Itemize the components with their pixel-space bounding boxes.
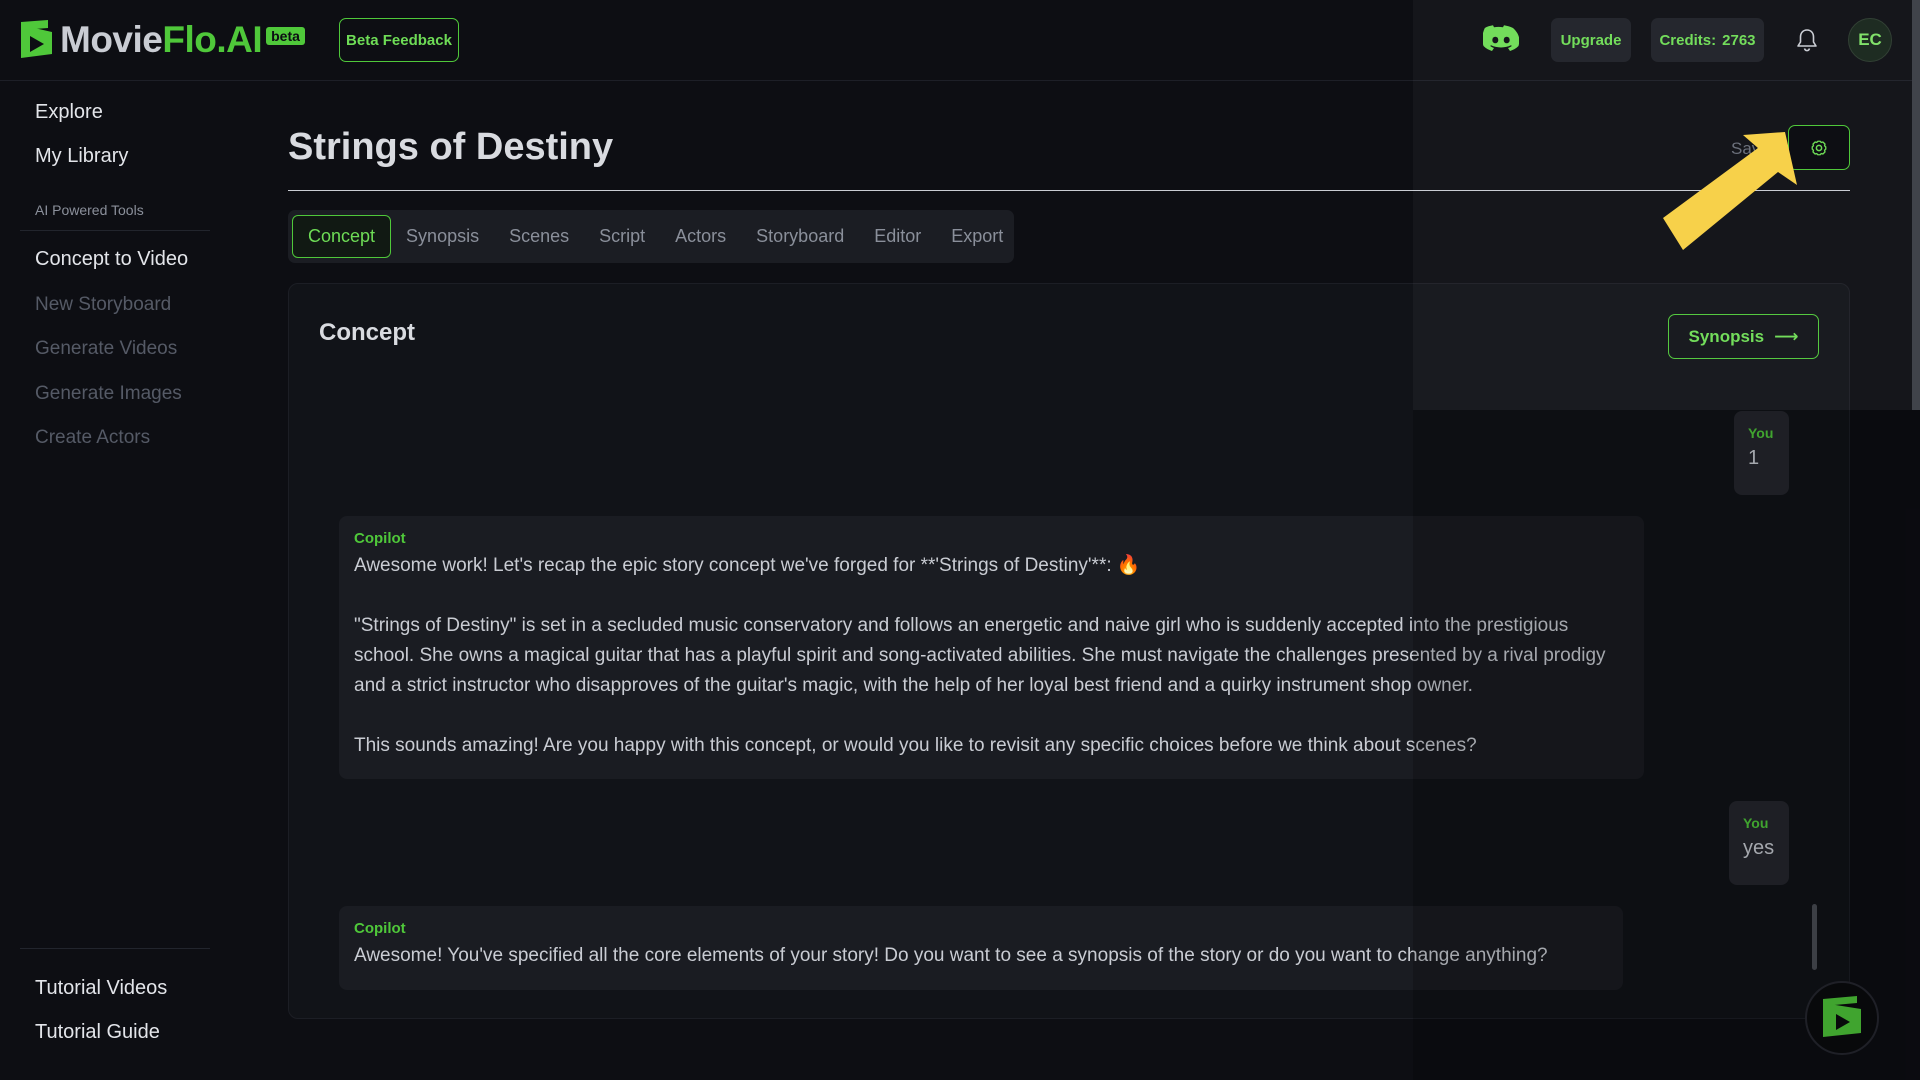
- logo[interactable]: MovieFlo.AI beta: [18, 18, 305, 62]
- credits-value: 2763: [1722, 31, 1756, 49]
- sidebar-item-my-library[interactable]: My Library: [35, 145, 128, 168]
- chat-message-copilot: Copilot Awesome work! Let's recap the ep…: [339, 516, 1644, 779]
- chat-message-user: You yes: [1729, 801, 1789, 885]
- avatar[interactable]: EC: [1848, 18, 1892, 62]
- page-scrollbar[interactable]: [1912, 0, 1920, 410]
- title-divider: [288, 190, 1850, 191]
- logo-icon: [21, 20, 52, 58]
- sidebar-item-tutorial-guide[interactable]: Tutorial Guide: [35, 1021, 160, 1044]
- tab-bar: Concept Synopsis Scenes Script Actors St…: [288, 210, 1014, 263]
- logo-text: MovieFlo.AI: [60, 19, 263, 60]
- chat-message-user: You 1: [1734, 411, 1789, 495]
- message-paragraph: "Strings of Destiny" is set in a seclude…: [354, 615, 1606, 696]
- logo-badge: beta: [266, 27, 305, 45]
- sidebar-item-explore[interactable]: Explore: [35, 101, 103, 124]
- tab-concept[interactable]: Concept: [292, 215, 392, 258]
- message-text: Awesome work! Let's recap the epic story…: [354, 551, 1629, 761]
- beta-feedback-button[interactable]: Beta Feedback: [339, 18, 459, 62]
- message-author: Copilot: [354, 530, 406, 547]
- panel-title: Concept: [319, 319, 415, 346]
- tab-editor[interactable]: Editor: [859, 215, 936, 258]
- next-button-label: Synopsis: [1688, 326, 1765, 346]
- gear-icon: [1811, 140, 1827, 155]
- page-title: Strings of Destiny: [288, 126, 614, 168]
- tab-synopsis[interactable]: Synopsis: [391, 215, 494, 258]
- tab-actors[interactable]: Actors: [660, 215, 741, 258]
- sidebar-item-new-storyboard[interactable]: New Storyboard: [35, 294, 171, 316]
- message-paragraph: This sounds amazing! Are you happy with …: [354, 735, 1477, 756]
- sidebar-divider: [20, 230, 210, 231]
- pointer-arrow-icon: [1663, 132, 1797, 250]
- message-text: yes: [1743, 837, 1775, 859]
- sidebar-item-concept-to-video[interactable]: Concept to Video: [35, 248, 188, 271]
- tab-scenes[interactable]: Scenes: [494, 215, 584, 258]
- discord-icon[interactable]: [1483, 24, 1519, 54]
- chat-scrollbar[interactable]: [1812, 904, 1817, 970]
- tab-storyboard[interactable]: Storyboard: [741, 215, 859, 258]
- sidebar-item-generate-videos[interactable]: Generate Videos: [35, 338, 177, 360]
- top-bar: MovieFlo.AI beta Beta Feedback Upgrade C…: [0, 0, 1920, 81]
- tab-script[interactable]: Script: [584, 215, 660, 258]
- sidebar: [0, 82, 230, 1080]
- message-author: You: [1743, 815, 1769, 831]
- sidebar-item-tutorial-videos[interactable]: Tutorial Videos: [35, 977, 167, 1000]
- upgrade-button[interactable]: Upgrade: [1551, 18, 1631, 62]
- sidebar-divider: [20, 948, 210, 949]
- credits-label: Credits:: [1659, 31, 1717, 49]
- chat-message-copilot: Copilot Awesome! You've specified all th…: [339, 906, 1623, 990]
- assistant-launcher-button[interactable]: [1805, 981, 1879, 1055]
- tab-export[interactable]: Export: [936, 215, 1018, 258]
- message-paragraph: Awesome! You've specified all the core e…: [354, 945, 1548, 966]
- sidebar-item-generate-images[interactable]: Generate Images: [35, 383, 182, 405]
- next-synopsis-button[interactable]: Synopsis ⟶: [1668, 314, 1819, 359]
- message-text: 1: [1748, 447, 1760, 469]
- message-author: Copilot: [354, 920, 406, 937]
- credits-badge[interactable]: Credits: 2763: [1651, 18, 1764, 62]
- arrow-right-icon: ⟶: [1774, 326, 1799, 346]
- bell-icon[interactable]: [1796, 28, 1818, 52]
- message-author: You: [1748, 425, 1774, 441]
- message-paragraph: Awesome work! Let's recap the epic story…: [354, 555, 1141, 576]
- sidebar-section-label: AI Powered Tools: [35, 202, 144, 218]
- message-text: Awesome! You've specified all the core e…: [354, 941, 1608, 971]
- sidebar-item-create-actors[interactable]: Create Actors: [35, 427, 150, 449]
- logo-icon: [1823, 996, 1861, 1037]
